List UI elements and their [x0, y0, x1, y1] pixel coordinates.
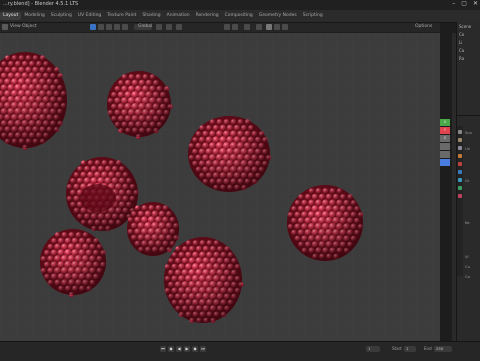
tool-tab-icon[interactable]: [458, 130, 462, 134]
solid-shading-icon[interactable]: [266, 24, 272, 30]
raspberry-model[interactable]: [66, 157, 139, 231]
gizmo-icon[interactable]: [232, 24, 238, 30]
pivot-icon[interactable]: [156, 24, 162, 30]
select-mode-icon[interactable]: [90, 24, 96, 30]
workspace-tabs: LayoutModelingSculptingUV EditingTexture…: [0, 12, 326, 20]
workspace-tab[interactable]: UV Editing: [75, 12, 104, 20]
viewport-header: View Object Global Options: [0, 23, 440, 32]
raspberry-model[interactable]: [40, 229, 106, 297]
gizmo-button[interactable]: [440, 143, 450, 150]
end-frame-field[interactable]: 250: [434, 346, 452, 352]
window-controls: – ▢ ✕: [452, 0, 478, 10]
proportional-edit-icon[interactable]: [176, 24, 182, 30]
rotate-icon[interactable]: [114, 24, 120, 30]
outliner-panel: Scene Co Li Ca Ra: [456, 22, 480, 116]
object-menu[interactable]: Object: [22, 24, 37, 29]
scene-tab-icon[interactable]: [458, 154, 462, 158]
xray-icon[interactable]: [256, 24, 262, 30]
modifier-tab-icon[interactable]: [458, 178, 462, 182]
visibility-icon[interactable]: [224, 24, 230, 30]
window-title: ...ry.blend] - Blender 4.5.1 LTS: [3, 1, 78, 7]
start-frame-field[interactable]: 1: [404, 346, 416, 352]
outliner-row[interactable]: Li: [459, 40, 462, 45]
navigation-gizmo: X Y Z: [440, 119, 450, 167]
gizmo-button[interactable]: Z: [440, 135, 450, 142]
start-label: Start: [392, 346, 402, 352]
end-label: End: [424, 346, 432, 352]
material-shading-icon[interactable]: [274, 24, 280, 30]
outliner-row[interactable]: Scene: [459, 24, 471, 29]
current-frame-field[interactable]: 1: [366, 346, 380, 352]
raspberry-model[interactable]: [164, 237, 244, 323]
property-row[interactable]: Gr: [465, 178, 470, 183]
scale-icon[interactable]: [122, 24, 128, 30]
maximize-icon[interactable]: ▢: [461, 0, 467, 10]
raspberry-model[interactable]: [188, 116, 271, 192]
next-keyframe-icon[interactable]: ◆: [192, 346, 198, 352]
play-icon[interactable]: ▶: [184, 346, 190, 352]
data-tab-icon[interactable]: [458, 186, 462, 190]
properties-tabs: [457, 126, 463, 276]
outliner-row[interactable]: Ca: [459, 48, 464, 53]
gizmo-button[interactable]: Y: [440, 127, 450, 134]
gizmo-button[interactable]: [440, 151, 450, 158]
workspace-tab[interactable]: Animation: [164, 12, 193, 20]
cursor-icon[interactable]: [98, 24, 104, 30]
outliner-row[interactable]: Ra: [459, 56, 464, 61]
jump-start-icon[interactable]: ⏮: [160, 346, 166, 352]
view-menu[interactable]: View: [10, 24, 21, 29]
raspberry-model[interactable]: [0, 52, 67, 150]
play-reverse-icon[interactable]: ◀: [176, 346, 182, 352]
3d-viewport[interactable]: [0, 33, 440, 341]
gizmo-button[interactable]: [440, 159, 450, 166]
transform-orientation-label: Global: [138, 24, 152, 29]
title-bar: ...ry.blend] - Blender 4.5.1 LTS – ▢ ✕: [0, 0, 480, 10]
workspace-tab[interactable]: Texture Paint: [104, 12, 139, 20]
minimize-icon[interactable]: –: [452, 0, 455, 10]
property-row[interactable]: Vi: [465, 254, 469, 259]
outliner-row[interactable]: Co: [459, 32, 464, 37]
object-tab-icon[interactable]: [458, 170, 462, 174]
workspace-tab[interactable]: Rendering: [193, 12, 222, 20]
workspace-tab[interactable]: Sculpting: [48, 12, 75, 20]
close-icon[interactable]: ✕: [473, 0, 478, 10]
workspace-bar: LayoutModelingSculptingUV EditingTexture…: [0, 10, 480, 23]
workspace-tab[interactable]: Shading: [139, 12, 163, 20]
options-menu[interactable]: Options: [415, 24, 432, 29]
properties-panel: Sca Un Gr Ke Vi Cu Co: [456, 116, 480, 342]
raspberry-model[interactable]: [127, 202, 179, 256]
property-row[interactable]: Cu: [465, 264, 470, 269]
workspace-tab[interactable]: Compositing: [222, 12, 256, 20]
property-row[interactable]: Sca: [465, 130, 472, 135]
render-tab-icon[interactable]: [458, 138, 462, 142]
raspberry-model[interactable]: [287, 185, 363, 261]
timeline-bar: ⏮ ◆ ◀ ▶ ◆ ⏭ 1 Start 1 End 250: [0, 341, 480, 361]
snap-icon[interactable]: [166, 24, 172, 30]
material-tab-icon[interactable]: [458, 194, 462, 198]
workspace-tab[interactable]: Geometry Nodes: [256, 12, 300, 20]
workspace-tab[interactable]: Scripting: [300, 12, 326, 20]
jump-end-icon[interactable]: ⏭: [200, 346, 206, 352]
raspberry-models: [0, 33, 440, 341]
rendered-shading-icon[interactable]: [282, 24, 288, 30]
workspace-tab[interactable]: Modeling: [21, 12, 47, 20]
output-tab-icon[interactable]: [458, 146, 462, 150]
move-icon[interactable]: [106, 24, 112, 30]
raspberry-model[interactable]: [107, 71, 173, 139]
property-row[interactable]: Un: [465, 146, 470, 151]
editor-type-icon[interactable]: [2, 24, 8, 30]
property-row[interactable]: Co: [465, 274, 470, 279]
gizmo-button[interactable]: X: [440, 119, 450, 126]
property-row[interactable]: Ke: [465, 220, 470, 225]
playback-controls: ⏮ ◆ ◀ ▶ ◆ ⏭: [160, 346, 206, 352]
prev-keyframe-icon[interactable]: ◆: [168, 346, 174, 352]
world-tab-icon[interactable]: [458, 162, 462, 166]
overlay-icon[interactable]: [244, 24, 250, 30]
workspace-tab[interactable]: Layout: [0, 12, 21, 20]
